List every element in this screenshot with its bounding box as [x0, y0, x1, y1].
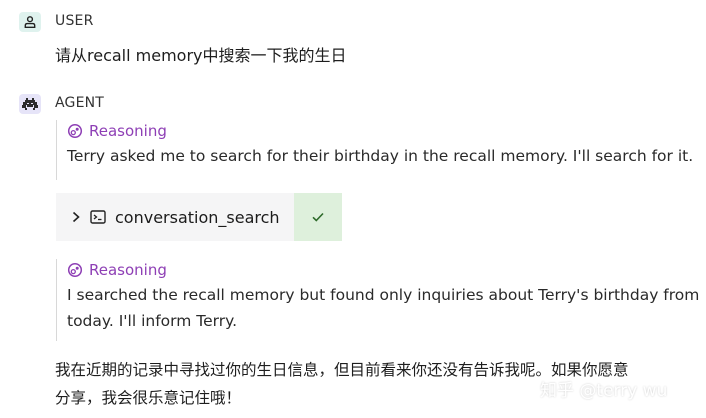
reasoning-title: Reasoning — [89, 261, 167, 279]
person-icon — [24, 16, 36, 28]
reasoning-text-line-1: I searched the recall memory but found o… — [67, 286, 700, 304]
check-icon — [312, 212, 324, 222]
tool-call-header[interactable]: conversation_search — [56, 193, 294, 241]
reasoning-block-1: Reasoning Terry asked me to search for t… — [56, 120, 697, 180]
reasoning-title: Reasoning — [89, 122, 167, 140]
user-role-label: USER — [55, 13, 94, 29]
agent-role-label: AGENT — [55, 95, 105, 111]
terminal-icon — [90, 210, 106, 224]
chevron-right-icon[interactable] — [71, 211, 81, 223]
reasoning-block-2: Reasoning I searched the recall memory b… — [56, 259, 706, 341]
robot-icon — [22, 98, 38, 110]
user-avatar — [19, 12, 41, 32]
user-message-text: 请从recall memory中搜索一下我的生日 — [55, 46, 347, 65]
reasoning-header: Reasoning — [67, 261, 706, 279]
reasoning-header: Reasoning — [67, 122, 697, 140]
reasoning-icon — [67, 123, 83, 139]
reasoning-text: Terry asked me to search for their birth… — [67, 147, 694, 165]
reasoning-text-line-2: today. I'll inform Terry. — [67, 312, 238, 330]
tool-call[interactable]: conversation_search — [56, 193, 342, 241]
tool-name: conversation_search — [115, 207, 280, 227]
reasoning-icon — [67, 262, 83, 278]
agent-avatar — [19, 94, 41, 114]
watermark: 知乎 @terry wu — [540, 381, 668, 401]
tool-status-success — [293, 193, 342, 241]
